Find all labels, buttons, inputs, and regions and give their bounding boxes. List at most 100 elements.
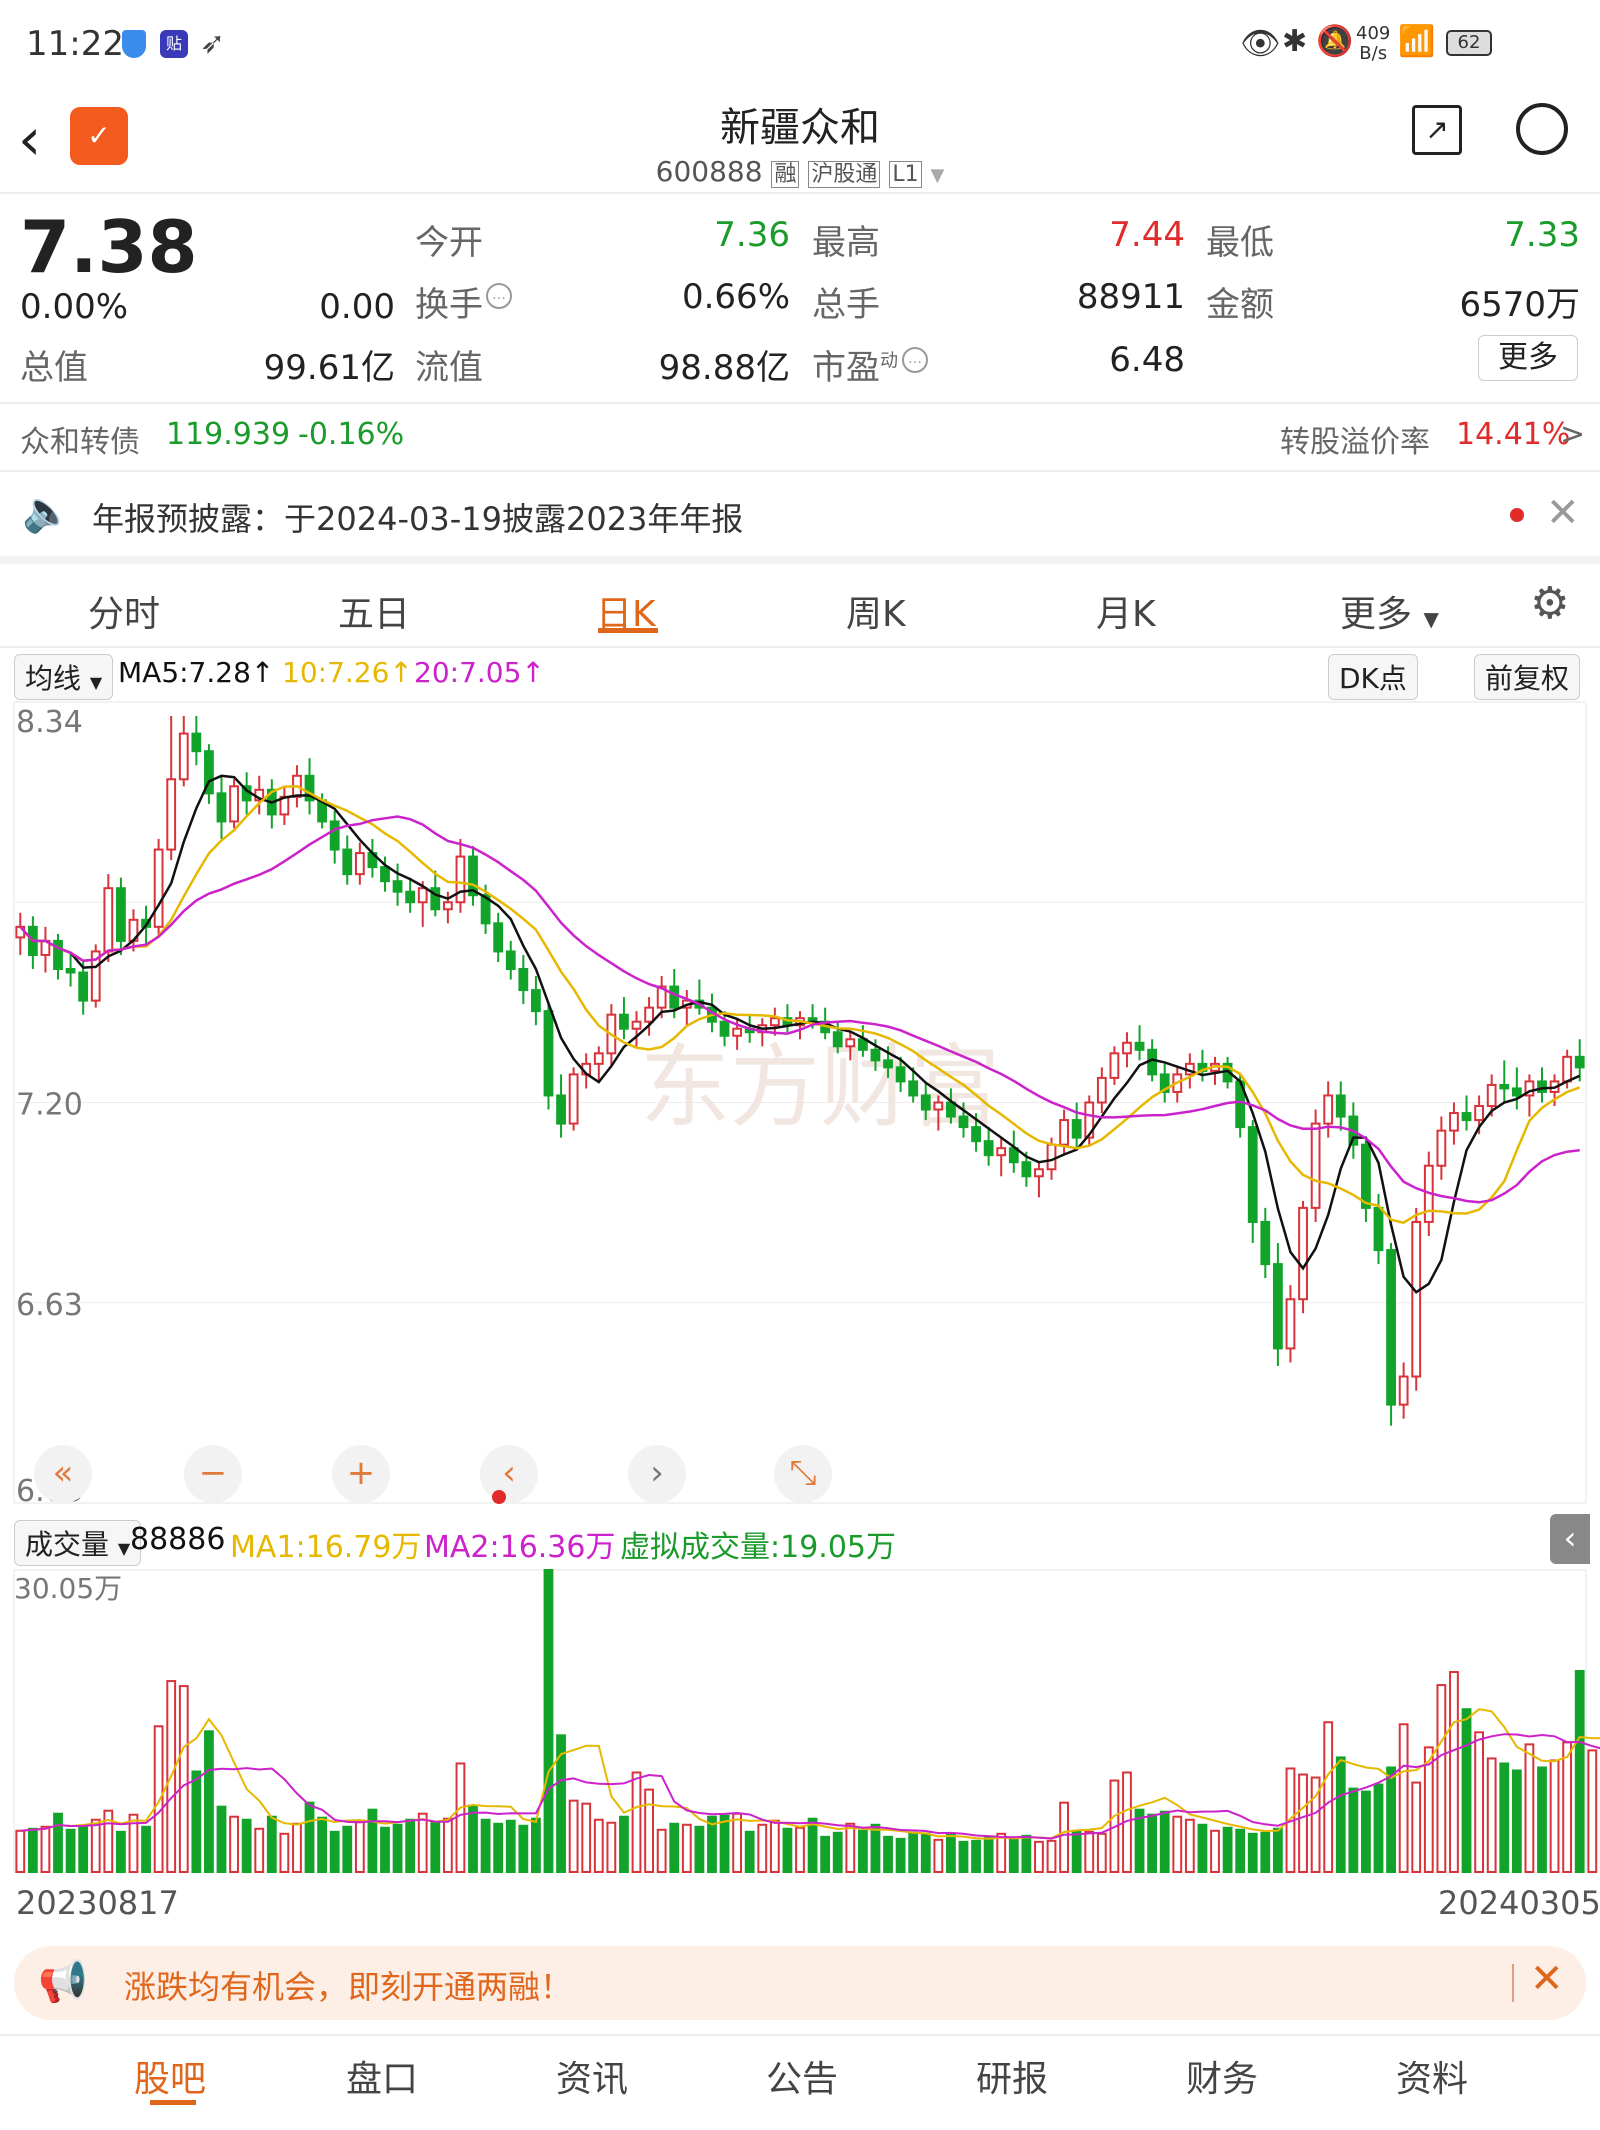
volume-bar bbox=[581, 1802, 592, 1873]
volume-bar bbox=[292, 1822, 302, 1874]
candle-body bbox=[78, 971, 89, 1002]
position-dot bbox=[492, 1490, 506, 1504]
fuquan-button[interactable]: 前复权 bbox=[1474, 654, 1581, 700]
candle-body bbox=[1486, 1083, 1497, 1108]
share-icon[interactable]: ↗ bbox=[1412, 105, 1462, 155]
tab-yuek[interactable]: 月K bbox=[1096, 585, 1156, 637]
volume-bar bbox=[908, 1831, 919, 1874]
volume-bar bbox=[266, 1815, 277, 1874]
volume-bar bbox=[65, 1828, 76, 1873]
volume-bar bbox=[606, 1821, 617, 1873]
unread-dot bbox=[1510, 508, 1524, 522]
candle-body bbox=[631, 1020, 642, 1030]
volume-bar bbox=[920, 1832, 931, 1873]
volume-bar bbox=[304, 1801, 315, 1874]
candle-body bbox=[380, 866, 390, 883]
candle-body bbox=[1046, 1143, 1057, 1171]
candle-body bbox=[1272, 1263, 1283, 1350]
volume-bar bbox=[782, 1827, 793, 1874]
candle-body bbox=[1122, 1041, 1132, 1055]
nav-caiwu[interactable]: 财务 bbox=[1186, 2050, 1258, 2102]
badge-l1: L1 bbox=[889, 161, 922, 188]
candle-body bbox=[769, 1017, 780, 1027]
quote-panel: 7.38 0.00% 0.00 总值 99.61亿 今开 7.36 换手 … 0… bbox=[0, 195, 1600, 405]
ma-bar: 均线 ▼ MA5:7.28↑ 10:7.26↑ 20:7.05↑ DK点 前复权 bbox=[0, 650, 1600, 700]
candle-body bbox=[1323, 1094, 1334, 1125]
nav-yanbao[interactable]: 研报 bbox=[976, 2050, 1048, 2102]
volume-bar bbox=[1587, 1749, 1598, 1874]
vol-ma2: MA2:16.36万 bbox=[424, 1530, 616, 1565]
candle-body bbox=[1373, 1206, 1384, 1252]
scroll-left-icon[interactable]: ‹ bbox=[480, 1445, 538, 1503]
volume-bar bbox=[1486, 1757, 1497, 1873]
volume-bar bbox=[1574, 1670, 1585, 1873]
candle-body bbox=[417, 887, 428, 904]
volume-bar bbox=[644, 1788, 654, 1873]
candle-body bbox=[1436, 1129, 1447, 1167]
dk-button[interactable]: DK点 bbox=[1328, 654, 1418, 700]
candle-body bbox=[883, 1059, 893, 1069]
nav-pankou[interactable]: 盘口 bbox=[346, 2050, 418, 2102]
zoom-out-icon[interactable]: − bbox=[184, 1445, 242, 1503]
volume-selector[interactable]: 成交量 ▼ bbox=[14, 1520, 142, 1566]
wifi-icon: 📶 bbox=[1398, 24, 1436, 59]
volume-bar bbox=[1008, 1837, 1019, 1873]
search-icon[interactable] bbox=[1516, 103, 1568, 155]
volume-bar bbox=[1537, 1766, 1547, 1873]
net-speed-value: 409 bbox=[1356, 23, 1391, 44]
tab-wuri[interactable]: 五日 bbox=[338, 585, 410, 637]
ma-selector-label: 均线 bbox=[25, 662, 82, 695]
candle-body bbox=[115, 887, 126, 942]
fast-rewind-icon[interactable]: « bbox=[34, 1445, 92, 1503]
volume-value: 88886 bbox=[130, 1522, 226, 1557]
volume-bar bbox=[505, 1819, 516, 1873]
volume-axis-label: 30.05万 bbox=[14, 1572, 122, 1605]
volume-bar bbox=[27, 1827, 38, 1874]
candle-body bbox=[1386, 1249, 1396, 1406]
candle-body bbox=[1034, 1168, 1044, 1178]
close-icon[interactable]: ✕ bbox=[1546, 490, 1580, 536]
volume-bar bbox=[807, 1817, 818, 1874]
nav-zixun[interactable]: 资讯 bbox=[556, 2050, 628, 2102]
tab-fenshi[interactable]: 分时 bbox=[88, 585, 160, 637]
nav-ziliao[interactable]: 资料 bbox=[1396, 2050, 1468, 2102]
watermark: 东方财富 bbox=[640, 1035, 1000, 1140]
dropdown-triangle-icon[interactable]: ▼ bbox=[930, 165, 944, 186]
nav-guba[interactable]: 股吧 bbox=[134, 2050, 206, 2102]
ma-selector[interactable]: 均线 ▼ bbox=[14, 654, 114, 700]
volume-selector-label: 成交量 bbox=[25, 1528, 110, 1561]
candle-body bbox=[405, 890, 416, 904]
volume-chart[interactable]: 30.05万 bbox=[0, 1566, 1600, 1876]
kline-chart[interactable]: 东方财富8.347.206.636.06 bbox=[0, 698, 1600, 1513]
gear-icon[interactable]: ⚙ bbox=[1530, 578, 1569, 629]
battery-icon: 62 bbox=[1446, 30, 1492, 56]
zoom-in-icon[interactable]: + bbox=[332, 1445, 390, 1503]
close-icon[interactable]: ✕ bbox=[1530, 1956, 1564, 2002]
promo-banner[interactable]: 📢 涨跌均有机会，即刻开通两融！ ✕ bbox=[14, 1946, 1586, 2020]
volume-bar bbox=[480, 1818, 491, 1873]
tab-more[interactable]: 更多 ▼ bbox=[1340, 585, 1439, 637]
volume-bar bbox=[1423, 1746, 1434, 1873]
candle-body bbox=[1059, 1119, 1069, 1146]
net-speed-unit: B/s bbox=[1359, 43, 1388, 64]
candle-body bbox=[593, 1052, 604, 1065]
badge-hgt: 沪股通 bbox=[808, 161, 881, 188]
candle-body bbox=[983, 1140, 994, 1157]
bond-row[interactable]: 众和转债 119.939 -0.16% 转股溢价率 14.41% > bbox=[0, 405, 1600, 471]
fullscreen-icon[interactable]: ⤡ bbox=[774, 1445, 832, 1503]
nav-gonggao[interactable]: 公告 bbox=[766, 2050, 838, 2102]
tab-zhouk[interactable]: 周K bbox=[846, 585, 906, 637]
notice-bar[interactable]: 🔈 年报预披露：于2024-03-19披露2023年年报 ✕ bbox=[0, 472, 1600, 556]
scroll-right-icon[interactable]: › bbox=[628, 1445, 686, 1503]
candle-body bbox=[971, 1126, 981, 1143]
candle-body bbox=[895, 1066, 906, 1083]
volume-bar bbox=[518, 1824, 529, 1874]
volume-bar bbox=[895, 1837, 906, 1873]
collapse-panel-icon[interactable]: ‹ bbox=[1550, 1514, 1590, 1564]
more-button[interactable]: 更多 bbox=[1478, 335, 1578, 381]
jine-value: 6570万 bbox=[1459, 285, 1580, 325]
volume-bar bbox=[996, 1832, 1007, 1873]
send-icon: ➶ bbox=[200, 26, 226, 61]
net-speed: 409 B/s bbox=[1356, 24, 1390, 64]
active-nav-underline bbox=[150, 2100, 196, 2105]
